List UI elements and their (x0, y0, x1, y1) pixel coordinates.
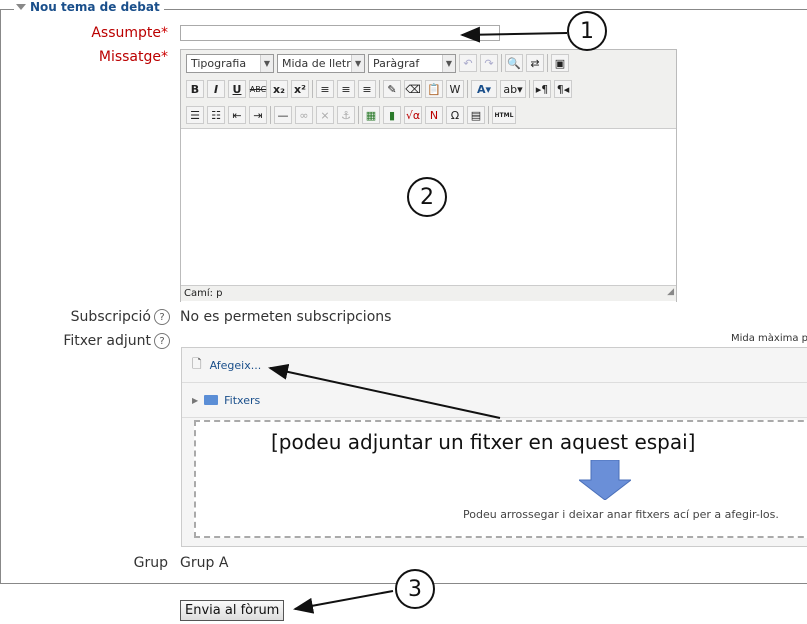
expand-triangle-icon[interactable]: ▶ (192, 396, 198, 405)
drop-zone-annotation: [podeu adjuntar un fitxer en aquest espa… (271, 430, 696, 454)
callout-arrow-3 (293, 590, 394, 614)
equation-icon[interactable]: √α (404, 106, 422, 124)
font-size-select[interactable]: Mida de lletra ▼ (277, 53, 365, 73)
paste-text-icon[interactable]: 📋 (425, 80, 443, 98)
drop-zone-hint: Podeu arrossegar i deixar anar fitxers a… (463, 508, 779, 521)
max-size-text: Mida màxima pe (731, 333, 807, 344)
font-family-select[interactable]: Tipografia ▼ (186, 53, 274, 73)
add-file-link[interactable]: Afegeix... (210, 359, 262, 372)
numbered-list-icon[interactable]: ☷ (207, 106, 225, 124)
fieldset-left-border (0, 9, 1, 584)
file-manager-toolbar: 🗋 Afegeix... (182, 348, 807, 383)
paste-word-icon[interactable]: W (446, 80, 464, 98)
editor-toolbar-row-2: B I U ABC x₂ x² ≡ ≡ ≡ ✎ ⌫ 📋 W A▾ ab▾ ▸¶ … (181, 76, 676, 102)
toolbar-separator (529, 80, 530, 98)
subject-input[interactable] (180, 25, 500, 41)
bullet-list-icon[interactable]: ☰ (186, 106, 204, 124)
toolbar-separator (270, 106, 271, 124)
required-mark: * (161, 49, 168, 65)
bold-icon[interactable]: B (186, 80, 204, 98)
folder-row[interactable]: ▶ Fitxers (182, 383, 807, 418)
required-mark: * (161, 25, 168, 41)
file-drop-zone[interactable]: [podeu adjuntar un fitxer en aquest espa… (194, 420, 807, 538)
callout-2: 2 (407, 177, 447, 217)
horizontal-rule-icon[interactable]: — (274, 106, 292, 124)
underline-icon[interactable]: U (228, 80, 246, 98)
align-center-icon[interactable]: ≡ (337, 80, 355, 98)
group-value: Grup A (180, 555, 229, 571)
media-icon[interactable]: ▮ (383, 106, 401, 124)
superscript-icon[interactable]: x² (291, 80, 309, 98)
callout-3: 3 (395, 569, 435, 609)
unlink-icon[interactable]: ⨯ (316, 106, 334, 124)
submit-button[interactable]: Envia al fòrum (180, 600, 285, 621)
rtl-icon[interactable]: ¶◂ (554, 80, 572, 98)
fieldset-legend[interactable]: Nou tema de debat (14, 0, 164, 14)
file-manager: 🗋 Afegeix... ▶ Fitxers [podeu adjuntar u… (181, 347, 807, 547)
callout-1: 1 (567, 11, 607, 51)
toolbar-separator (379, 80, 380, 98)
help-icon[interactable]: ? (154, 333, 170, 349)
clean-up-icon[interactable]: ✎ (383, 80, 401, 98)
folder-label[interactable]: Fitxers (224, 394, 260, 407)
chevron-down-icon: ▼ (260, 54, 273, 72)
toolbar-separator (488, 106, 489, 124)
collapse-triangle-icon[interactable] (16, 4, 26, 10)
folder-icon (204, 395, 219, 405)
fieldset-legend-text: Nou tema de debat (30, 0, 160, 14)
undo-icon[interactable]: ↶ (459, 54, 477, 72)
message-label: Missatge* (98, 49, 168, 65)
editor-status-path: Camí: p ◢ (181, 285, 676, 301)
link-icon[interactable]: ∞ (295, 106, 313, 124)
nolink-icon[interactable]: N (425, 106, 443, 124)
image-icon[interactable]: ▦ (362, 106, 380, 124)
align-right-icon[interactable]: ≡ (358, 80, 376, 98)
eraser-icon[interactable]: ⌫ (404, 80, 422, 98)
table-icon[interactable]: ▤ (467, 106, 485, 124)
format-select[interactable]: Paràgraf ▼ (368, 53, 456, 73)
attachment-label: Fitxer adjunt? (63, 333, 170, 349)
html-source-icon[interactable]: HTML (492, 106, 516, 124)
indent-icon[interactable]: ⇥ (249, 106, 267, 124)
italic-icon[interactable]: I (207, 80, 225, 98)
toolbar-separator (501, 54, 502, 72)
ltr-icon[interactable]: ▸¶ (533, 80, 551, 98)
subject-label: Assumpte* (91, 25, 168, 41)
subscription-value: No es permeten subscripcions (180, 309, 392, 325)
highlight-color-icon[interactable]: ab▾ (500, 80, 526, 98)
message-edit-area[interactable] (181, 128, 676, 334)
find-icon[interactable]: 🔍 (505, 54, 523, 72)
toolbar-separator (312, 80, 313, 98)
chevron-down-icon: ▼ (442, 54, 455, 72)
anchor-icon[interactable]: ⚓ (337, 106, 355, 124)
toolbar-separator (547, 54, 548, 72)
align-left-icon[interactable]: ≡ (316, 80, 334, 98)
replace-icon[interactable]: ⇄ (526, 54, 544, 72)
outdent-icon[interactable]: ⇤ (228, 106, 246, 124)
text-color-icon[interactable]: A▾ (471, 80, 497, 98)
subscription-label: Subscripció? (71, 309, 170, 325)
fullscreen-icon[interactable]: ▣ (551, 54, 569, 72)
strikethrough-icon[interactable]: ABC (249, 80, 267, 98)
toolbar-separator (467, 80, 468, 98)
toolbar-separator (358, 106, 359, 124)
resize-handle-icon[interactable]: ◢ (667, 285, 674, 300)
chevron-down-icon: ▼ (351, 54, 364, 72)
group-label: Grup (133, 555, 168, 571)
message-editor[interactable]: Tipografia ▼ Mida de lletra ▼ Paràgraf ▼ ↶ … (180, 49, 677, 334)
redo-icon[interactable]: ↷ (480, 54, 498, 72)
subscript-icon[interactable]: x₂ (270, 80, 288, 98)
drop-arrow-icon (579, 460, 631, 500)
editor-toolbar-row-3: ☰ ☷ ⇤ ⇥ — ∞ ⨯ ⚓ ▦ ▮ √α N Ω ▤ HTML (181, 102, 676, 128)
help-icon[interactable]: ? (154, 309, 170, 325)
add-file-icon[interactable]: 🗋 (192, 355, 202, 376)
editor-toolbar-row-1: Tipografia ▼ Mida de lletra ▼ Paràgraf ▼ ↶ … (181, 50, 676, 76)
special-char-icon[interactable]: Ω (446, 106, 464, 124)
